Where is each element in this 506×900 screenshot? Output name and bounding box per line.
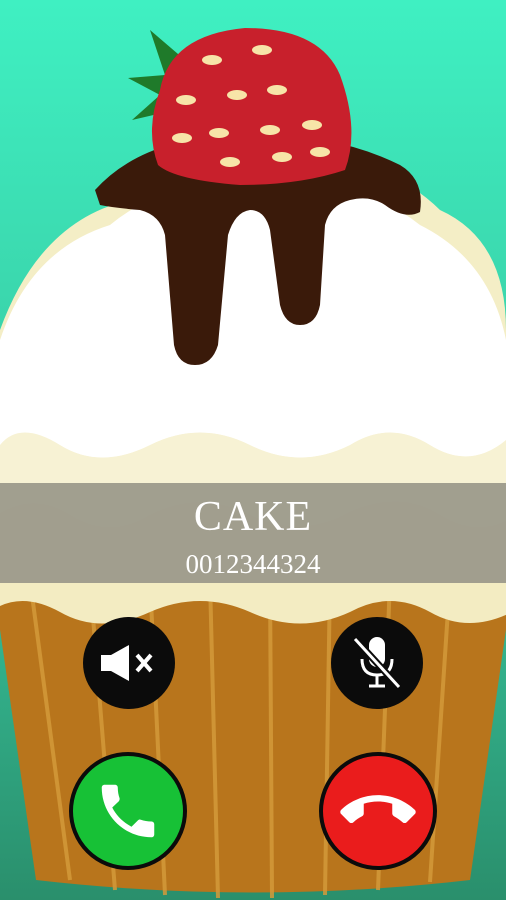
mic-off-icon [349, 633, 405, 693]
speaker-muted-icon [97, 643, 161, 683]
caller-name: CAKE [193, 494, 313, 540]
phone-hangup-icon [340, 773, 416, 849]
microphone-mute-button[interactable] [331, 617, 423, 709]
decline-call-button[interactable] [319, 752, 437, 870]
phone-answer-icon [93, 776, 163, 846]
incoming-call-screen: CAKE 0012344324 [0, 0, 506, 900]
answer-call-button[interactable] [69, 752, 187, 870]
speaker-mute-button[interactable] [83, 617, 175, 709]
caller-number: 0012344324 [185, 549, 321, 579]
cupcake-background-illustration [0, 0, 506, 900]
